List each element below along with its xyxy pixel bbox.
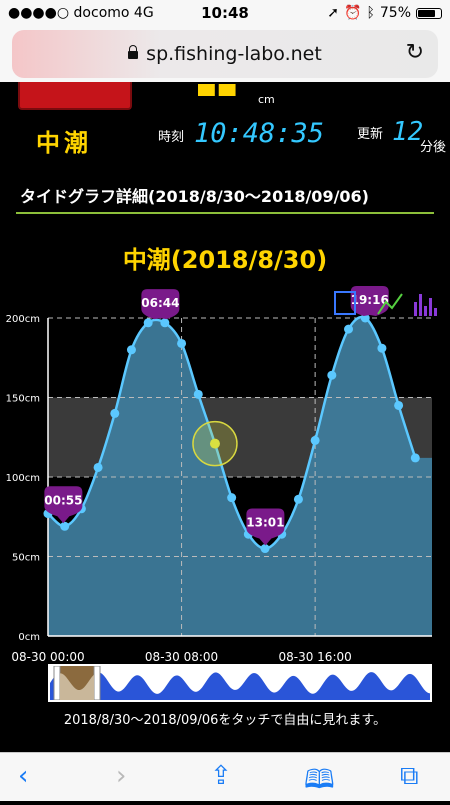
red-header-button[interactable]	[18, 82, 132, 110]
update-value: 12	[392, 117, 424, 147]
address-bar[interactable]: sp.fishing-labo.net ↻	[12, 30, 438, 78]
tide-point	[377, 343, 387, 353]
tide-marker-label: 00:55	[44, 493, 82, 507]
time-value: 10:48:35	[194, 118, 325, 149]
tide-point	[344, 324, 354, 334]
tide-point	[260, 544, 270, 554]
tide-point	[93, 462, 103, 472]
lock-icon	[128, 45, 139, 59]
bar-chart-icon[interactable]	[414, 302, 417, 316]
tide-marker-label: 06:44	[141, 296, 179, 310]
y-tick-label: 100cm	[6, 473, 40, 484]
browser-address-area: sp.fishing-labo.net ↻	[0, 26, 450, 82]
tide-point	[227, 493, 237, 503]
bar-chart-icon[interactable]	[419, 294, 422, 316]
battery-percent: 75%	[379, 5, 411, 21]
tide-marker[interactable]: 19:16	[351, 286, 389, 316]
tide-point	[143, 318, 153, 328]
location-arrow-icon: ➚	[327, 5, 340, 21]
current-time-point	[209, 438, 220, 449]
tide-point	[160, 318, 170, 328]
x-tick-label: 08-30 00:00	[11, 650, 84, 664]
tide-point	[394, 400, 404, 410]
section-title: タイドグラフ詳細(2018/8/30〜2018/09/06)	[20, 187, 369, 206]
tide-marker[interactable]: 06:44	[141, 289, 179, 320]
bluetooth-icon: ᛒ	[366, 5, 375, 21]
touch-hint: 2018/8/30〜2018/09/06をタッチで自由に見れます。	[63, 713, 387, 728]
tide-point	[310, 435, 320, 445]
tide-point	[193, 389, 203, 399]
bar-chart-icon[interactable]	[429, 298, 432, 316]
url-text: sp.fishing-labo.net	[146, 43, 322, 65]
y-tick-label: 150cm	[6, 394, 40, 405]
tide-point	[293, 494, 303, 504]
tide-marker-label: 13:01	[246, 516, 284, 530]
tabs-icon[interactable]: ⧉	[400, 761, 419, 792]
range-handle-right[interactable]	[93, 666, 101, 700]
bar-chart-icon[interactable]	[424, 306, 427, 316]
status-bar: ●●●●○ docomo 4G 10:48 ➚ ⏰ ᛒ 75%	[0, 0, 450, 26]
update-label: 更新	[357, 127, 384, 142]
bar-chart-icon[interactable]	[434, 308, 437, 316]
x-tick-label: 08-30 16:00	[278, 650, 351, 664]
tide-level-digits-partial: ■■	[196, 84, 254, 96]
y-tick-label: 50cm	[12, 553, 40, 564]
tide-point	[327, 370, 337, 380]
y-tick-label: 200cm	[6, 314, 40, 325]
battery-icon	[416, 7, 442, 19]
tide-level-unit: cm	[258, 93, 275, 106]
x-tick-label: 08-30 08:00	[145, 650, 218, 664]
tide-point	[126, 345, 136, 355]
back-icon[interactable]: ‹	[18, 761, 28, 791]
time-label: 時刻	[158, 130, 185, 145]
forward-icon[interactable]: ›	[116, 761, 126, 791]
tide-point	[60, 521, 70, 531]
section-divider	[16, 212, 434, 214]
range-navigator-waveform[interactable]	[50, 666, 430, 700]
range-handle-left[interactable]	[53, 666, 61, 700]
share-icon[interactable]: ⇪	[210, 761, 232, 791]
tide-name: 中潮	[36, 129, 92, 157]
alarm-icon: ⏰	[344, 5, 362, 21]
tide-point	[110, 408, 120, 418]
tide-point	[410, 453, 420, 463]
browser-toolbar: ‹ › ⇪ 🕮 ⧉	[0, 752, 450, 801]
tide-chart[interactable]: 0cm 50cm 100cm 150cm 200cm 08-30 00:00 08-30 0…	[0, 270, 450, 665]
range-navigator[interactable]	[48, 664, 432, 702]
bookmarks-icon[interactable]: 🕮	[304, 761, 335, 805]
tide-point	[177, 338, 187, 348]
y-tick-label: 0cm	[18, 632, 40, 643]
reload-icon[interactable]: ↻	[406, 40, 424, 65]
update-suffix: 分後	[420, 140, 447, 155]
